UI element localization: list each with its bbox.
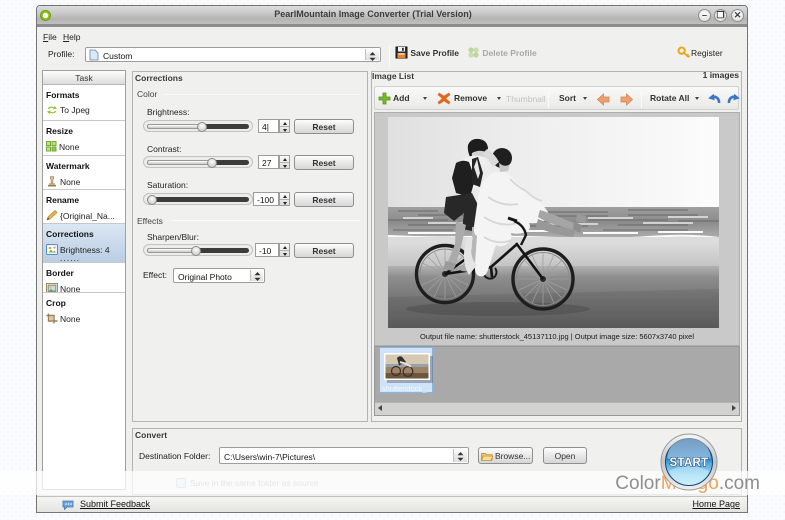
svg-text:START: START bbox=[670, 457, 709, 469]
